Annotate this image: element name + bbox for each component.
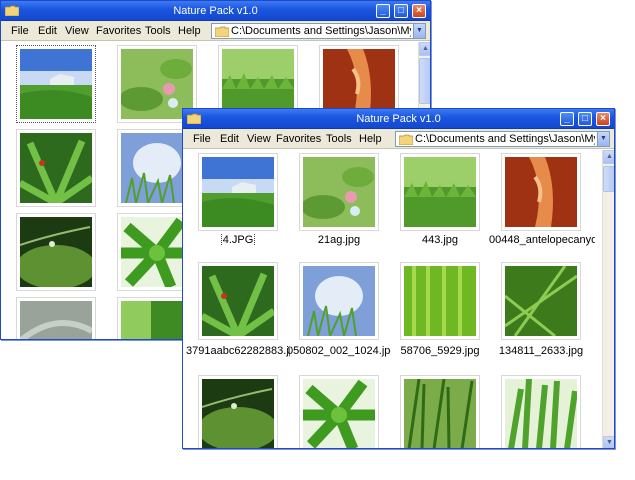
address-bar[interactable]: C:\Documents and Settings\Jason\My Docum… — [395, 131, 610, 147]
thumbnail-pane: 4.JPG 21ag.jpg 443.jpg 00448_antelopecan… — [183, 150, 614, 448]
menu-edit[interactable]: Edit — [220, 133, 239, 145]
green-leaves-thumbnail — [303, 379, 375, 448]
menu-file[interactable]: File — [193, 133, 211, 145]
thumbnail-item[interactable] — [198, 153, 278, 231]
thumbnail-item[interactable] — [16, 297, 96, 339]
window-title: Nature Pack v1.0 — [356, 113, 441, 125]
file-caption[interactable]: 3791aabc62282883.jpg — [186, 345, 290, 357]
landscape-thumbnail — [202, 157, 274, 227]
file-caption[interactable]: 134811_2633.jpg — [491, 345, 591, 357]
file-caption[interactable]: 21ag.jpg — [289, 234, 389, 246]
thumbnail-item[interactable] — [299, 153, 379, 231]
maximize-button[interactable]: □ — [578, 112, 592, 126]
scroll-up-icon[interactable]: ▲ — [419, 42, 430, 56]
scroll-thumb[interactable] — [603, 166, 614, 192]
thumbnail-item[interactable] — [16, 129, 96, 207]
landscape-thumbnail — [20, 49, 92, 119]
file-caption[interactable]: 00448_antelopecanyo... — [489, 234, 595, 246]
address-bar[interactable]: C:\Documents and Settings\Jason\My Docum… — [211, 23, 426, 39]
front-explorer-window[interactable]: Nature Pack v1.0 _ □ × File Edit View Fa… — [182, 108, 615, 449]
leaves-bug-thumbnail — [20, 133, 92, 203]
menu-tools[interactable]: Tools — [326, 133, 352, 145]
file-caption[interactable]: 58706_5929.jpg — [390, 345, 490, 357]
address-path: C:\Documents and Settings\Jason\My Docum… — [415, 133, 595, 145]
thumbnail-item[interactable] — [299, 262, 379, 340]
address-path: C:\Documents and Settings\Jason\My Docum… — [231, 25, 411, 37]
menu-tools[interactable]: Tools — [145, 25, 171, 37]
chevron-down-icon[interactable]: ▼ — [597, 132, 609, 146]
droplet-stem-thumbnail — [202, 379, 274, 448]
menu-edit[interactable]: Edit — [38, 25, 57, 37]
title-bar[interactable]: Nature Pack v1.0 _ □ × — [1, 1, 430, 21]
scroll-up-icon[interactable]: ▲ — [603, 150, 614, 164]
window-title: Nature Pack v1.0 — [173, 5, 258, 17]
thumbnail-item[interactable] — [198, 262, 278, 340]
thumbnail-item[interactable] — [501, 153, 581, 231]
menu-view[interactable]: View — [65, 25, 89, 37]
file-caption[interactable]: 443.jpg — [390, 234, 490, 246]
thumbnail-item[interactable] — [400, 375, 480, 448]
menu-view[interactable]: View — [247, 133, 271, 145]
thumbnail-item[interactable] — [501, 375, 581, 448]
droplet-stem-thumbnail — [20, 217, 92, 287]
menu-favorites[interactable]: Favorites — [276, 133, 321, 145]
thumbnail-item[interactable] — [299, 375, 379, 448]
thumbnail-item[interactable] — [16, 213, 96, 291]
thumbnail-item[interactable] — [16, 45, 96, 123]
green-blades-thumbnail — [404, 266, 476, 336]
thumbnail-item[interactable] — [501, 262, 581, 340]
menu-bar: File Edit View Favorites Tools Help C:\D… — [1, 21, 430, 41]
grass-thumbnail — [404, 157, 476, 227]
grass-closeup-thumbnail — [505, 266, 577, 336]
close-button[interactable]: × — [596, 112, 610, 126]
folder-icon — [215, 26, 229, 37]
file-caption[interactable]: 050802_002_1024.jpg — [287, 345, 391, 357]
grass-blades-thumbnail — [505, 379, 577, 448]
menu-help[interactable]: Help — [359, 133, 382, 145]
menu-bar: File Edit View Favorites Tools Help C:\D… — [183, 129, 614, 149]
thumbnail-item[interactable] — [400, 262, 480, 340]
plant-bud-thumbnail — [303, 157, 375, 227]
scroll-down-icon[interactable]: ▼ — [603, 436, 614, 448]
thumbnail-item[interactable] — [198, 375, 278, 448]
grey-thumbnail — [20, 301, 92, 339]
thumbnail-item[interactable] — [400, 153, 480, 231]
file-caption[interactable]: 4.JPG — [188, 234, 288, 246]
scroll-thumb[interactable] — [419, 58, 430, 104]
maximize-button[interactable]: □ — [394, 4, 408, 18]
minimize-button[interactable]: _ — [560, 112, 574, 126]
menu-favorites[interactable]: Favorites — [96, 25, 141, 37]
chevron-down-icon[interactable]: ▼ — [413, 24, 425, 38]
canyon-thumbnail — [505, 157, 577, 227]
vertical-scrollbar[interactable]: ▲ ▼ — [602, 150, 614, 448]
title-bar[interactable]: Nature Pack v1.0 _ □ × — [183, 109, 614, 129]
minimize-button[interactable]: _ — [376, 4, 390, 18]
sky-grass-thumbnail — [303, 266, 375, 336]
close-button[interactable]: × — [412, 4, 426, 18]
tall-grass-thumbnail — [404, 379, 476, 448]
menu-file[interactable]: File — [11, 25, 29, 37]
menu-help[interactable]: Help — [178, 25, 201, 37]
folder-icon — [399, 134, 413, 145]
leaves-bug-thumbnail — [202, 266, 274, 336]
